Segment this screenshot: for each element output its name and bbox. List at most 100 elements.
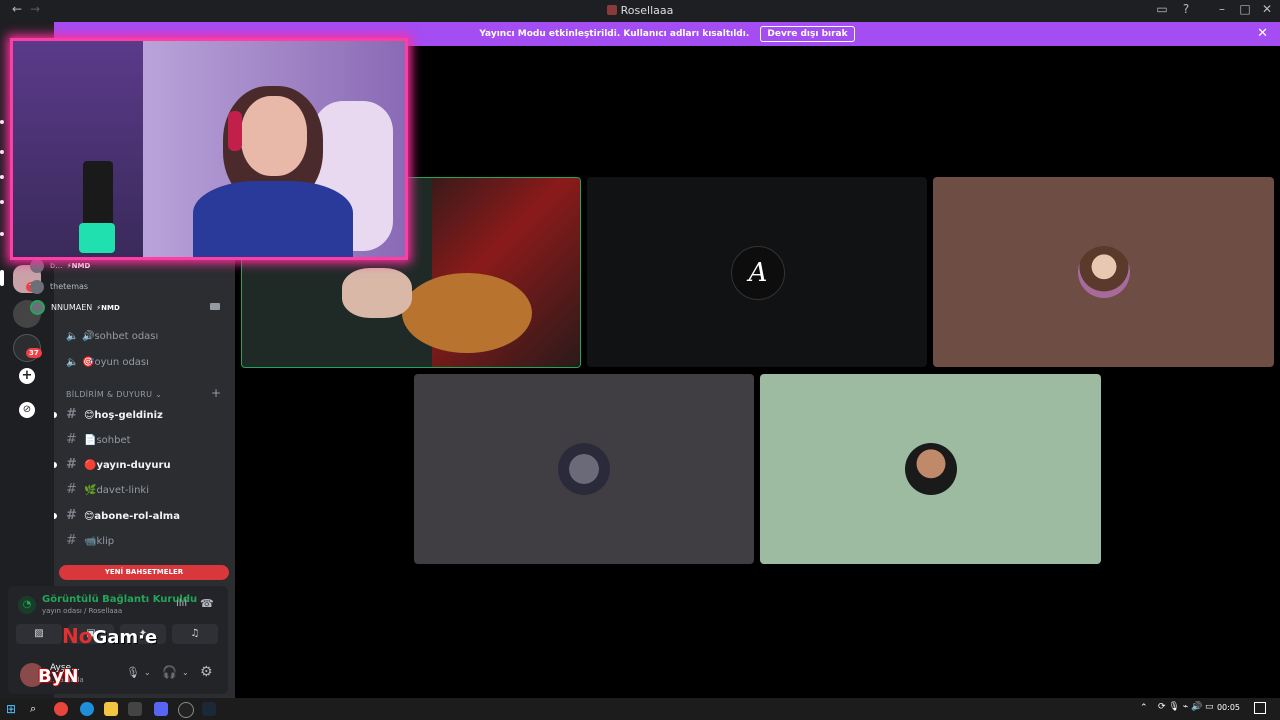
voice-channel-sohbet[interactable]: 🔈 🔊sohbet odası [66,327,158,347]
speaker-icon: 🔈 [66,331,79,342]
voice-channel-oyun[interactable]: 🔈 🎯oyun odası [66,353,149,373]
channel-label: 😊abone-rol-alma [84,511,180,522]
avatar [30,279,44,294]
add-server-icon[interactable]: + [19,368,35,384]
windows-start-icon[interactable]: ⊞ [6,702,20,716]
camera-icon [210,303,220,310]
hashtag-icon: # [66,482,77,497]
chrome-icon[interactable] [54,702,68,716]
server-icon [606,5,617,15]
disable-streamer-mode-button[interactable]: Devre dışı bırak [760,26,855,42]
edge-icon[interactable] [80,702,94,716]
hashtag-icon: # [66,407,77,422]
text-channel[interactable]: # 😊abone-rol-alma [66,506,180,526]
window-title-text: Rosellaaa [620,4,674,17]
voice-member[interactable]: NNUMAEN ⚡NMD [30,300,120,316]
soundboard-button[interactable]: ♫ [172,624,218,644]
microphone-icon[interactable]: 🎙 [126,666,140,679]
steam-icon[interactable] [202,702,216,716]
category-label: BİLDİRİM & DUYURU [66,390,153,399]
participant-avatar [1077,246,1130,298]
store-icon[interactable] [128,702,142,716]
text-channel[interactable]: # 😊hoş-geldiniz [66,405,163,425]
channel-label: 📹klip [84,536,115,547]
avatar [30,258,44,273]
headphones [228,111,242,151]
close-window-icon[interactable]: ✕ [1258,2,1276,16]
minimize-icon[interactable]: – [1213,2,1231,16]
member-name: b... [50,261,63,270]
member-tag: ⚡NMD [66,262,91,270]
mention-badge: 37 [26,348,42,358]
member-tag: ⚡NMD [96,304,120,312]
participant-avatar [558,443,610,495]
hand-image [342,268,412,318]
server-unread-pip [0,175,4,179]
chevron-down-icon: ⌄ [155,390,163,399]
voice-member[interactable]: thetemas [30,279,88,295]
disconnect-icon[interactable]: ☎ [200,597,214,610]
hashtag-icon: # [66,508,77,523]
voice-channel-path[interactable]: yayın odası / Rosellaaa [42,607,122,615]
signal-icon[interactable]: ◔ [18,596,36,614]
banner-message: Yayıncı Modu etkinleştirildi. Kullanıcı … [479,29,750,39]
file-explorer-icon[interactable] [104,702,118,716]
noise-suppression-icon[interactable]: ılıl [176,598,187,609]
hashtag-icon: # [66,533,77,548]
obs-icon[interactable] [178,702,194,718]
add-channel-icon[interactable]: + [211,386,221,400]
headphones-icon[interactable]: 🎧 [162,665,177,679]
chevron-down-icon[interactable]: ⌄ [182,668,189,677]
search-icon[interactable]: ⌕ [30,702,44,716]
speaker-icon: 🔈 [66,357,79,368]
clock[interactable]: 00:05 [1217,703,1240,712]
server-selected-pip [0,270,4,286]
settings-gear-icon[interactable]: ⚙ [200,664,213,680]
video-tile-avatar[interactable]: A [587,177,927,367]
participant-avatar [904,443,957,495]
channel-label: 🔊sohbet odası [82,331,159,342]
maximize-icon[interactable]: □ [1236,2,1254,16]
chevron-down-icon[interactable]: ⌄ [144,668,151,677]
channel-label: 🌿davet-linki [84,485,149,496]
tray-expand-icon[interactable]: ⌃ [1140,703,1148,713]
help-icon[interactable]: ? [1177,2,1195,16]
watermark-byn: ByN [38,666,79,687]
watermark-no: No [62,624,93,648]
window-title: Rosellaaa [0,4,1280,17]
video-tile-avatar[interactable] [933,177,1274,367]
new-mentions-button[interactable]: YENİ BAHSETMELER [59,565,229,580]
hashtag-icon: # [66,432,77,447]
video-tile-avatar[interactable] [414,374,754,564]
title-bar: ← → Rosellaaa ▭ ? – □ ✕ [0,0,1280,22]
cat-image [402,273,532,353]
member-name: thetemas [50,282,89,291]
close-banner-icon[interactable]: ✕ [1257,22,1268,46]
video-tile-avatar[interactable] [760,374,1101,564]
category-header[interactable]: BİLDİRİM & DUYURU ⌄ [66,390,162,399]
shelf-background [13,41,143,257]
windows-taskbar: ⊞ ⌕ ⌃ ⟳ 🎙 ⌁ 🔊 ▭ 00:05 [0,698,1280,720]
channel-label: 😊hoş-geldiniz [84,410,163,421]
inbox-icon[interactable]: ▭ [1153,2,1171,16]
channel-label: 🎯oyun odası [82,357,149,368]
watermark-game: Gam·e [92,627,158,648]
camera-off-button[interactable]: ▨ [16,624,62,644]
text-channel[interactable]: # 🔴yayın-duyuru [66,455,171,475]
discord-icon[interactable] [154,702,168,716]
text-channel[interactable]: # 🌿davet-linki [66,480,149,500]
hashtag-icon: # [66,457,77,472]
notifications-icon[interactable] [1254,702,1266,714]
voice-member[interactable]: b... ⚡NMD [30,258,90,274]
participant-avatar: A [731,246,785,300]
voice-status[interactable]: Görüntülü Bağlantı Kuruldu [42,594,197,605]
channel-label: 📄sohbet [84,435,131,446]
explore-servers-icon[interactable]: ⊘ [19,402,35,418]
server-unread-pip [0,232,4,236]
avatar [30,300,45,315]
member-name: NNUMAEN [51,303,93,312]
tray-icons[interactable]: ⟳ 🎙 ⌁ 🔊 ▭ [1158,702,1214,712]
face [241,96,307,176]
text-channel[interactable]: # 📹klip [66,531,114,551]
text-channel[interactable]: # 📄sohbet [66,430,131,450]
